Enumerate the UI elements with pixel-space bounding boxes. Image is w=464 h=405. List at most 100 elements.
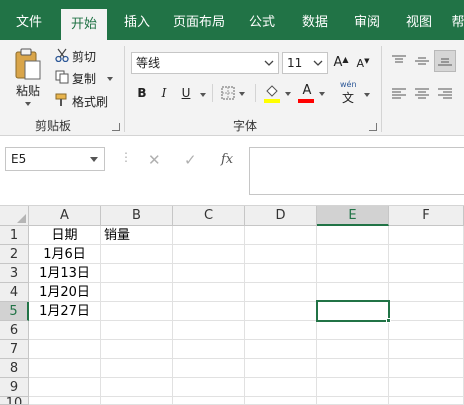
cell-c7[interactable] — [173, 340, 245, 359]
copy-button[interactable]: 复制 — [53, 68, 115, 86]
paste-button[interactable]: 粘贴 — [8, 44, 48, 110]
font-launcher-icon[interactable] — [369, 123, 377, 131]
row-header-5[interactable]: 5 — [0, 302, 29, 321]
cell-d10[interactable] — [245, 397, 317, 405]
cell-a4[interactable]: 1月20日 — [29, 283, 101, 302]
cell-f9[interactable] — [389, 378, 464, 397]
cell-a2[interactable]: 1月6日 — [29, 245, 101, 264]
cell-b6[interactable] — [101, 321, 173, 340]
cell-d9[interactable] — [245, 378, 317, 397]
column-header-e[interactable]: E — [317, 206, 389, 226]
cell-e9[interactable] — [317, 378, 389, 397]
cell-d1[interactable] — [245, 226, 317, 245]
tab-help[interactable]: 帮 — [446, 0, 464, 40]
cell-f8[interactable] — [389, 359, 464, 378]
cell-b1[interactable]: 销量 — [101, 226, 173, 245]
cell-e10[interactable] — [317, 397, 389, 405]
select-all-button[interactable] — [0, 206, 29, 226]
align-middle-icon[interactable] — [414, 55, 430, 67]
phonetic-guide-button[interactable]: wén 文 — [338, 80, 372, 106]
column-header-f[interactable]: F — [389, 206, 464, 226]
row-header-10[interactable]: 10 — [0, 397, 29, 405]
cell-d7[interactable] — [245, 340, 317, 359]
cell-a9[interactable] — [29, 378, 101, 397]
cell-a7[interactable] — [29, 340, 101, 359]
tab-data[interactable]: 数据 — [293, 0, 337, 40]
cell-d4[interactable] — [245, 283, 317, 302]
tab-insert[interactable]: 插入 — [115, 0, 159, 40]
cell-c8[interactable] — [173, 359, 245, 378]
cell-f5[interactable] — [389, 302, 464, 321]
cell-c9[interactable] — [173, 378, 245, 397]
cell-b3[interactable] — [101, 264, 173, 283]
increase-font-size-button[interactable]: A▲ — [333, 55, 349, 70]
row-header-3[interactable]: 3 — [0, 264, 29, 283]
column-header-c[interactable]: C — [173, 206, 245, 226]
cell-c4[interactable] — [173, 283, 245, 302]
fill-handle[interactable] — [386, 318, 391, 323]
cell-f7[interactable] — [389, 340, 464, 359]
align-bottom-button[interactable] — [434, 50, 456, 72]
cell-b4[interactable] — [101, 283, 173, 302]
tab-file[interactable]: 文件 — [8, 0, 50, 40]
worksheet-grid[interactable]: A B C D E F 1 2 3 4 5 6 7 8 9 10 日期 1月6日 1… — [0, 206, 464, 405]
column-header-b[interactable]: B — [101, 206, 173, 226]
underline-button[interactable]: U — [179, 86, 193, 100]
clipboard-launcher-icon[interactable] — [112, 123, 120, 131]
cell-e3[interactable] — [317, 264, 389, 283]
cell-f2[interactable] — [389, 245, 464, 264]
cell-c1[interactable] — [173, 226, 245, 245]
paste-dropdown-icon[interactable] — [25, 102, 31, 106]
cell-d6[interactable] — [245, 321, 317, 340]
cell-c6[interactable] — [173, 321, 245, 340]
insert-function-icon[interactable]: fx — [221, 152, 233, 167]
cell-b9[interactable] — [101, 378, 173, 397]
align-left-icon[interactable] — [391, 88, 407, 100]
row-header-1[interactable]: 1 — [0, 226, 29, 245]
cell-a1[interactable]: 日期 — [29, 226, 101, 245]
cell-b2[interactable] — [101, 245, 173, 264]
cancel-icon[interactable]: ✕ — [148, 151, 161, 169]
cell-f10[interactable] — [389, 397, 464, 405]
cell-c3[interactable] — [173, 264, 245, 283]
font-color-button[interactable]: A — [298, 83, 328, 104]
row-header-7[interactable]: 7 — [0, 340, 29, 359]
cell-e2[interactable] — [317, 245, 389, 264]
cell-d8[interactable] — [245, 359, 317, 378]
name-box[interactable]: E5 — [5, 147, 105, 171]
underline-dropdown-icon[interactable] — [200, 93, 206, 97]
align-center-icon[interactable] — [414, 88, 430, 100]
cell-e6[interactable] — [317, 321, 389, 340]
cell-d3[interactable] — [245, 264, 317, 283]
bold-button[interactable]: B — [135, 86, 149, 100]
cell-f1[interactable] — [389, 226, 464, 245]
row-header-6[interactable]: 6 — [0, 321, 29, 340]
tab-formulas[interactable]: 公式 — [240, 0, 284, 40]
enter-icon[interactable]: ✓ — [184, 151, 197, 169]
cell-f3[interactable] — [389, 264, 464, 283]
column-header-d[interactable]: D — [245, 206, 317, 226]
cell-f6[interactable] — [389, 321, 464, 340]
cell-a8[interactable] — [29, 359, 101, 378]
tab-home[interactable]: 开始 — [61, 9, 107, 40]
cell-e7[interactable] — [317, 340, 389, 359]
borders-button[interactable] — [221, 86, 247, 102]
decrease-font-size-button[interactable]: A▼ — [355, 57, 371, 70]
format-painter-button[interactable]: 格式刷 — [53, 91, 113, 109]
tab-page-layout[interactable]: 页面布局 — [168, 0, 230, 40]
align-top-icon[interactable] — [391, 55, 407, 67]
row-header-2[interactable]: 2 — [0, 245, 29, 264]
cell-a5[interactable]: 1月27日 — [29, 302, 101, 321]
cell-c5[interactable] — [173, 302, 245, 321]
cell-b5[interactable] — [101, 302, 173, 321]
row-header-8[interactable]: 8 — [0, 359, 29, 378]
cell-a10[interactable] — [29, 397, 101, 405]
cut-button[interactable]: 剪切 — [53, 46, 113, 64]
name-box-dropdown-icon[interactable] — [89, 156, 99, 164]
tab-view[interactable]: 视图 — [397, 0, 441, 40]
cell-b7[interactable] — [101, 340, 173, 359]
cell-a6[interactable] — [29, 321, 101, 340]
font-size-select[interactable]: 11 — [282, 52, 328, 74]
italic-button[interactable]: I — [157, 86, 171, 100]
copy-dropdown-icon[interactable] — [107, 77, 113, 81]
